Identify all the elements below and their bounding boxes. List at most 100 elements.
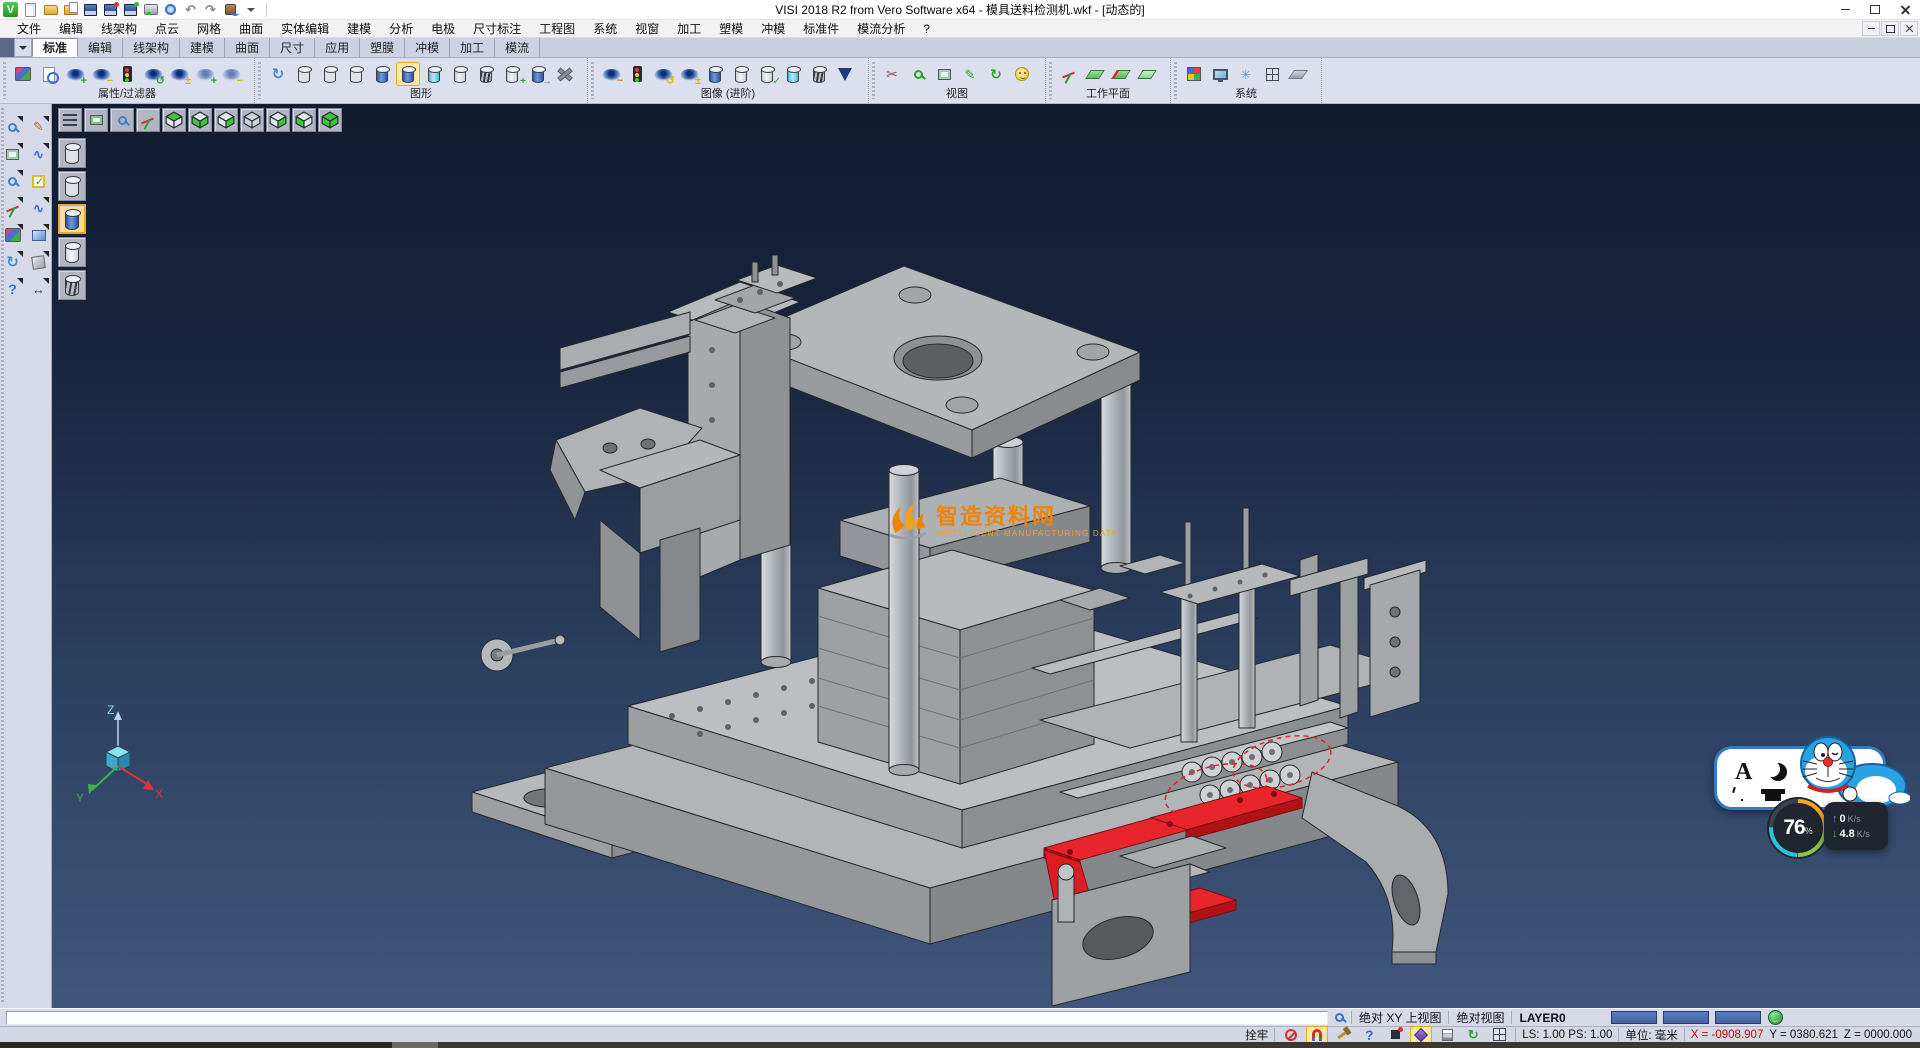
- undo-icon[interactable]: ↶: [182, 2, 199, 17]
- hide-all-icon[interactable]: [220, 63, 242, 85]
- tools-icon[interactable]: [1333, 1027, 1353, 1042]
- view-mode-indicator[interactable]: 绝对 XY 上视图: [1359, 1009, 1441, 1026]
- erase-pencil-icon[interactable]: ✎: [28, 116, 50, 138]
- scale-indicator[interactable]: LS: 1.00 PS: 1.00: [1522, 1029, 1612, 1041]
- regen-graphics-icon[interactable]: ↻: [267, 63, 289, 85]
- measure-icon[interactable]: ↔: [28, 278, 50, 300]
- adv-flat-icon[interactable]: [730, 63, 752, 85]
- view-iso-half-icon[interactable]: [214, 108, 238, 132]
- quick-toolbar-dropdown-icon[interactable]: [242, 2, 259, 17]
- help-icon[interactable]: ?: [2, 278, 24, 300]
- selection-box-icon[interactable]: [2, 143, 24, 165]
- tab-flow[interactable]: 模流: [495, 38, 540, 57]
- regen-refresh-icon[interactable]: ↻: [2, 251, 24, 273]
- view-orbit-icon[interactable]: ↻: [985, 63, 1007, 85]
- color-swatch[interactable]: [1715, 1011, 1761, 1024]
- toggle-visibility-icon[interactable]: [168, 63, 190, 85]
- menu-file[interactable]: 文件: [8, 20, 50, 38]
- dashed-hidden-style-icon[interactable]: [345, 63, 367, 85]
- zoom-select-icon[interactable]: [2, 170, 24, 192]
- tab-die[interactable]: 冲模: [405, 38, 450, 57]
- units-indicator[interactable]: 单位: 毫米: [1625, 1027, 1677, 1043]
- menu-system[interactable]: 系统: [584, 20, 626, 38]
- window-layout-icon[interactable]: [28, 224, 50, 246]
- menu-standard-parts[interactable]: 标准件: [794, 20, 848, 38]
- tab-wireframe[interactable]: 线架构: [123, 38, 180, 57]
- minimize-button[interactable]: [1830, 0, 1860, 19]
- tab-dimension[interactable]: 尺寸: [270, 38, 315, 57]
- shaded-style-icon[interactable]: [371, 63, 393, 85]
- menu-edit[interactable]: 编辑: [50, 20, 92, 38]
- shading-shaded-icon[interactable]: [58, 204, 86, 234]
- save-as-icon[interactable]: [102, 2, 119, 17]
- system-monitor-icon[interactable]: [1209, 63, 1231, 85]
- active-layer-indicator[interactable]: LAYER0: [1519, 1011, 1565, 1025]
- shaded-edges-style-icon[interactable]: [397, 63, 419, 85]
- mdi-restore-button[interactable]: [1881, 21, 1899, 36]
- traffic-light-filter-icon[interactable]: [116, 63, 138, 85]
- progress-gauge[interactable]: 76 %: [1764, 794, 1832, 862]
- tabs-dropdown-icon[interactable]: [14, 38, 32, 57]
- adv-hatch-icon[interactable]: [808, 63, 830, 85]
- online-globe-icon[interactable]: [1768, 1010, 1783, 1025]
- adv-translucent-icon[interactable]: [782, 63, 804, 85]
- show-add-filter-icon[interactable]: [64, 63, 86, 85]
- view-menu-icon[interactable]: [58, 108, 82, 132]
- flat-style-icon[interactable]: [449, 63, 471, 85]
- tab-application[interactable]: 应用: [315, 38, 360, 57]
- menu-modeling[interactable]: 建模: [338, 20, 380, 38]
- translucent-style-icon[interactable]: [423, 63, 445, 85]
- workplane-axes-icon[interactable]: [1058, 63, 1080, 85]
- grid-window-icon[interactable]: [1489, 1027, 1509, 1042]
- view-left-face-icon[interactable]: [292, 108, 316, 132]
- close-button[interactable]: [1890, 0, 1920, 19]
- copy-solid-icon[interactable]: [527, 63, 549, 85]
- adv-show-spring-icon[interactable]: [600, 63, 622, 85]
- magnet-snap-icon[interactable]: [1307, 1027, 1327, 1042]
- workplane-create-icon[interactable]: [1084, 63, 1106, 85]
- mdi-close-button[interactable]: [1900, 21, 1918, 36]
- shading-flat-icon[interactable]: [58, 237, 86, 267]
- adv-refresh-icon[interactable]: [652, 63, 674, 85]
- adv-shield-icon[interactable]: [834, 63, 856, 85]
- wcs-axis-icon[interactable]: [2, 197, 24, 219]
- open-file-icon[interactable]: [42, 2, 59, 17]
- hide-remove-filter-icon[interactable]: [90, 63, 112, 85]
- refresh-visibility-icon[interactable]: [142, 63, 164, 85]
- view-right-face-icon[interactable]: [266, 108, 290, 132]
- view-axis-icon[interactable]: [136, 108, 160, 132]
- maximize-button[interactable]: [1860, 0, 1890, 19]
- new-file-icon[interactable]: [22, 2, 39, 17]
- view-iso-top-icon[interactable]: [162, 108, 186, 132]
- menu-electrode[interactable]: 电极: [422, 20, 464, 38]
- workplane-align-icon[interactable]: [1136, 63, 1158, 85]
- auto-rotate-icon[interactable]: ↻: [1463, 1027, 1483, 1042]
- view-zoom-icon[interactable]: [907, 63, 929, 85]
- menu-dimension[interactable]: 尺寸标注: [464, 20, 530, 38]
- command-prompt-field[interactable]: [6, 1011, 1328, 1025]
- adv-toggle-icon[interactable]: [678, 63, 700, 85]
- color-swatch[interactable]: [1663, 1011, 1709, 1024]
- lock-toggle[interactable]: 拴牢: [1245, 1027, 1268, 1043]
- menu-surface[interactable]: 曲面: [230, 20, 272, 38]
- menu-flow-analysis[interactable]: 模流分析: [848, 20, 914, 38]
- adv-verify-icon[interactable]: [756, 63, 778, 85]
- attributes-paint-icon[interactable]: [2, 224, 24, 246]
- curve-edit-icon[interactable]: ∿: [28, 197, 50, 219]
- snap-point-icon[interactable]: [1385, 1027, 1405, 1042]
- graphics-tools-icon[interactable]: [553, 63, 575, 85]
- workplane-edge-icon[interactable]: [1110, 63, 1132, 85]
- view-solid-cube-icon[interactable]: [318, 108, 342, 132]
- stamp-tool-icon[interactable]: [222, 2, 239, 17]
- menu-mesh[interactable]: 网格: [188, 20, 230, 38]
- sketch-pencil-icon[interactable]: ∿: [28, 143, 50, 165]
- system-plane-icon[interactable]: [1287, 63, 1309, 85]
- page-filter-icon[interactable]: [38, 63, 60, 85]
- view-wireframe-cube-icon[interactable]: [240, 108, 264, 132]
- snap-disable-icon[interactable]: [1281, 1027, 1301, 1042]
- shading-wireframe-icon[interactable]: [58, 138, 86, 168]
- view-fit-icon[interactable]: [84, 108, 108, 132]
- view-iso-bottom-icon[interactable]: [188, 108, 212, 132]
- mdi-minimize-button[interactable]: [1862, 21, 1880, 36]
- menu-pointcloud[interactable]: 点云: [146, 20, 188, 38]
